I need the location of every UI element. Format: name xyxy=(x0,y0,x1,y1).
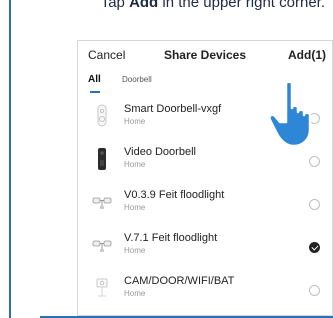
instruction-suffix: in the upper right corner. xyxy=(158,0,325,11)
device-row[interactable]: V.7.1 Feit floodlight Home xyxy=(78,225,332,267)
side-rule xyxy=(9,0,11,318)
smart-doorbell-icon xyxy=(92,104,112,128)
device-location: Home xyxy=(124,289,146,298)
floodlight-icon xyxy=(92,190,112,214)
device-select-radio-checked[interactable] xyxy=(309,242,320,253)
device-name: V0.3.9 Feit floodlight xyxy=(124,189,225,201)
floodlight-icon xyxy=(92,233,112,257)
tab-selected-indicator xyxy=(90,91,100,93)
device-name: Video Doorbell xyxy=(124,146,196,158)
device-row[interactable]: V0.3.9 Feit floodlight Home xyxy=(78,182,332,224)
device-name: V.7.1 Feit floodlight xyxy=(124,232,218,244)
device-name: Smart Doorbell-vxgf xyxy=(124,103,222,115)
device-location: Home xyxy=(124,246,146,255)
device-location: Home xyxy=(124,160,146,169)
tab-doorbell[interactable]: Doorbell xyxy=(122,75,152,84)
instruction-text: Tap Add in the upper right corner. xyxy=(0,0,333,11)
device-name: CAM/DOOR/WIFI/BAT xyxy=(124,275,235,287)
device-row[interactable]: CAM/DOOR/WIFI/BAT Home xyxy=(78,268,332,310)
device-select-radio[interactable] xyxy=(309,199,320,210)
top-bar: Cancel Share Devices Add(1) xyxy=(78,41,332,72)
add-button[interactable]: Add(1) xyxy=(288,48,326,62)
instruction-prefix: Tap xyxy=(100,0,130,11)
tab-all[interactable]: All xyxy=(88,74,101,85)
pointing-hand-icon xyxy=(268,80,328,150)
device-select-radio[interactable] xyxy=(309,285,320,296)
video-doorbell-icon xyxy=(92,147,112,171)
device-location: Home xyxy=(124,117,146,126)
camera-icon xyxy=(92,276,112,300)
device-select-radio[interactable] xyxy=(309,156,320,167)
device-location: Home xyxy=(124,203,146,212)
instruction-bold: Add xyxy=(129,0,159,11)
